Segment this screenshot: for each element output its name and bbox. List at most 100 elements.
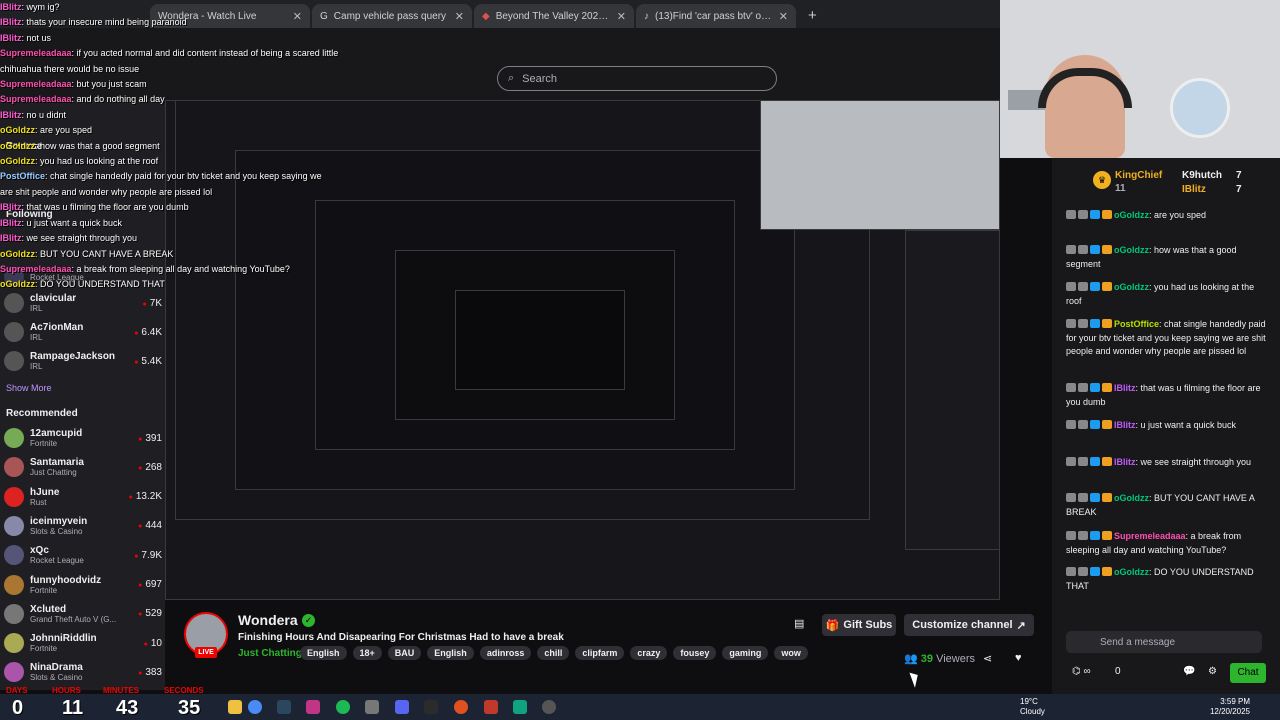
chat-badge-icon: [1078, 282, 1088, 291]
channel-game: Fortnite: [30, 439, 58, 448]
weather-widget[interactable]: 19°C Cloudy: [1020, 697, 1045, 717]
countdown-value: 43: [116, 697, 139, 719]
stream-tag[interactable]: clipfarm: [575, 646, 625, 660]
chat-username[interactable]: IBlitz: [1114, 420, 1136, 430]
chat-username: Supremeleadaaa: [0, 94, 72, 105]
close-tab-icon[interactable]: ✕: [455, 10, 464, 23]
file-explorer-icon[interactable]: [228, 700, 242, 714]
chat-bubble-icon[interactable]: 💬: [1183, 666, 1195, 677]
streamer-name[interactable]: Wondera: [238, 612, 298, 628]
clip-icon[interactable]: ▤: [794, 617, 804, 630]
new-tab-button[interactable]: +: [798, 7, 827, 28]
gifter-count: 7: [1236, 170, 1242, 181]
chat-text: : chat single handedly paid for your btv…: [45, 171, 322, 182]
steam-icon[interactable]: [277, 700, 291, 714]
channel-name: iceinmyvein: [30, 515, 88, 527]
gifter-name[interactable]: IBlitz: [1182, 184, 1206, 195]
discord-icon[interactable]: [395, 700, 409, 714]
viewer-count: 529: [138, 608, 162, 619]
close-tab-icon[interactable]: ✕: [779, 10, 788, 23]
overlay-chat-line: oGoldzz: you had us looking at the roof: [0, 154, 370, 169]
sidebar-channel[interactable]: funnyhoodvidzFortnite 697: [4, 572, 162, 598]
channel-game: IRL: [30, 304, 43, 313]
chat-username[interactable]: oGoldzz: [1114, 282, 1149, 292]
channel-points-icon[interactable]: ⌬ ∞: [1072, 666, 1091, 677]
instagram-icon[interactable]: [306, 700, 320, 714]
chrome-icon[interactable]: [248, 700, 262, 714]
brave-icon[interactable]: [454, 700, 468, 714]
media-icon[interactable]: [484, 700, 498, 714]
chat-username: IBlitz: [0, 202, 22, 213]
clock[interactable]: 3:59 PM 12/20/2025: [1190, 697, 1250, 717]
chat-username[interactable]: PostOffice: [1114, 319, 1159, 329]
sidebar-channel[interactable]: Ac7ionManIRL 6.4K: [4, 319, 162, 345]
sidebar-channel[interactable]: SantamariaJust Chatting 268: [4, 454, 162, 480]
sidebar-channel[interactable]: NinaDramaSlots & Casino 383: [4, 659, 162, 685]
gifter-name[interactable]: K9hutch: [1182, 170, 1222, 181]
stream-tag[interactable]: BAU: [387, 646, 422, 660]
gift-subs-button[interactable]: 🎁 Gift Subs: [822, 614, 896, 636]
viewer-count: 10: [144, 638, 162, 649]
chat-username: Supremeleadaaa: [0, 79, 72, 90]
chat-badge-icon: [1102, 493, 1112, 502]
chat-username[interactable]: IBlitz: [1114, 383, 1136, 393]
settings-icon[interactable]: [365, 700, 379, 714]
channel-name: funnyhoodvidz: [30, 574, 102, 586]
browser-tab[interactable]: ♪(13)Find 'car pass btv' on TikTok✕: [636, 4, 796, 28]
chat-text: : wym ig?: [21, 2, 60, 12]
sidebar-channel[interactable]: JohnniRiddlinFortnite 10: [4, 630, 162, 656]
chat-username[interactable]: Supremeleadaaa: [1114, 531, 1186, 541]
stream-category[interactable]: Just Chatting: [238, 648, 302, 659]
chat-send-button[interactable]: Chat: [1230, 663, 1266, 683]
top-gifter-name[interactable]: KingChief: [1115, 170, 1162, 181]
show-more-link[interactable]: Show More: [6, 383, 52, 393]
app-icon[interactable]: [513, 700, 527, 714]
stream-tag[interactable]: gaming: [722, 646, 769, 660]
sidebar-channel[interactable]: RampageJacksonIRL 5.4K: [4, 348, 162, 374]
terminal-icon[interactable]: [424, 700, 438, 714]
obs-icon[interactable]: [542, 700, 556, 714]
spotify-icon[interactable]: [336, 700, 350, 714]
stream-tag[interactable]: chill: [537, 646, 570, 660]
stream-tag[interactable]: English: [300, 646, 347, 660]
customize-channel-button[interactable]: Customize channel ↗: [904, 614, 1034, 636]
chat-message: Supremeleadaaa: a break from sleeping al…: [1066, 530, 1270, 557]
chat-username[interactable]: oGoldzz: [1114, 245, 1149, 255]
chat-username[interactable]: oGoldzz: [1114, 210, 1149, 220]
sidebar-channel[interactable]: clavicularIRL 7K: [4, 290, 162, 316]
stream-tag[interactable]: adinross: [479, 646, 532, 660]
overlay-chat: IBlitz: wym ig? IBlitz: thats your insecu…: [0, 0, 370, 293]
sidebar-channel[interactable]: iceinmyveinSlots & Casino 444: [4, 513, 162, 539]
overlay-chat-line: chihuahua there would be no issue: [0, 62, 370, 77]
overlay-chat-line: Supremeleadaaa: if you acted normal and …: [0, 46, 370, 61]
channel-game: Just Chatting: [30, 468, 77, 478]
chat-input[interactable]: Send a message: [1066, 631, 1262, 653]
chat-message: IBlitz: that was u filming the floor are…: [1066, 382, 1270, 409]
gear-icon[interactable]: ⚙: [1208, 666, 1217, 677]
stream-tag[interactable]: 18+: [352, 646, 382, 660]
chat-username[interactable]: oGoldzz: [1114, 567, 1149, 577]
chat-badge-icon: [1066, 282, 1076, 291]
sidebar-channel[interactable]: 12amcupidFortnite 391: [4, 425, 162, 451]
search-input[interactable]: ⌕ Search: [497, 66, 777, 91]
close-tab-icon[interactable]: ✕: [617, 10, 626, 23]
webcam-nested: [760, 100, 1000, 230]
countdown-value: 35: [178, 697, 201, 719]
sidebar-channel[interactable]: hJuneRust 13.2K: [4, 484, 162, 510]
chat-username[interactable]: oGoldzz: [1114, 493, 1149, 503]
stream-tag[interactable]: English: [427, 646, 474, 660]
stream-tag[interactable]: wow: [774, 646, 808, 660]
stream-tag[interactable]: fousey: [673, 646, 717, 660]
share-icon[interactable]: ⋖: [983, 652, 992, 665]
verified-icon: ✓: [302, 614, 315, 627]
stream-tag[interactable]: crazy: [630, 646, 668, 660]
chat-badge-icon: [1102, 457, 1112, 466]
sidebar-channel[interactable]: xQcRocket League 7.9K: [4, 542, 162, 568]
sidebar-channel[interactable]: XclutedGrand Theft Auto V (G... 529: [4, 601, 162, 627]
viewer-count: 391: [138, 433, 162, 444]
chat-text: : a break from sleeping all day and watc…: [71, 263, 290, 274]
follow-heart-icon[interactable]: ♥: [1015, 652, 1022, 664]
chat-username[interactable]: IBlitz: [1114, 457, 1136, 467]
chat-message: oGoldzz: how was that a good segment: [1066, 244, 1270, 271]
browser-tab[interactable]: ◆Beyond The Valley 2025 | Buy &✕: [474, 4, 634, 28]
